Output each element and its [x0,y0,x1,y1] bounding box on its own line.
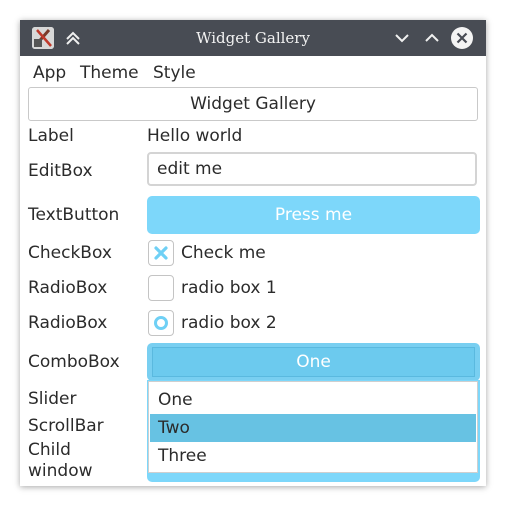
combo-dropdown-list: One Two Three [148,381,478,473]
radio-box-2[interactable] [148,310,174,336]
textbutton-row-label: TextButton [28,205,120,225]
radiobox2-row-label: RadioBox [28,313,108,333]
checkbox-option-label[interactable]: Check me [181,242,266,264]
menu-theme[interactable]: Theme [80,60,139,86]
checkbox-row-label: CheckBox [28,243,112,263]
combo-box[interactable]: One [147,343,480,381]
edit-box[interactable]: edit me [147,152,477,186]
check-me-checkbox[interactable] [148,240,174,266]
label-value: Hello world [147,126,243,146]
menu-bar: App Theme Style [20,60,486,86]
window-title: Widget Gallery [196,29,310,47]
shade-icon[interactable] [62,27,84,49]
maximize-icon[interactable] [421,27,443,49]
menu-app[interactable]: App [33,60,66,86]
combo-option-one[interactable]: One [150,386,476,414]
combobox-row-label: ComboBox [28,352,120,372]
check-icon [154,246,168,260]
radio-box-1[interactable] [148,275,174,301]
widget-gallery-window: Widget Gallery App Theme Style Widget Ga… [20,20,486,486]
title-bar[interactable]: Widget Gallery [20,20,486,56]
combo-box-value[interactable]: One [152,347,475,377]
radio-dot-icon [154,316,168,330]
menu-style[interactable]: Style [153,60,196,86]
close-icon[interactable] [450,26,474,50]
radio-box-1-label[interactable]: radio box 1 [181,277,277,299]
app-icon[interactable] [32,27,54,49]
combo-option-three[interactable]: Three [150,442,476,470]
radiobox1-row-label: RadioBox [28,278,108,298]
combo-option-two[interactable]: Two [150,414,476,442]
scrollbar-row-label: ScrollBar [28,416,104,436]
radio-box-2-label[interactable]: radio box 2 [181,312,277,334]
press-me-button[interactable]: Press me [147,196,480,234]
child-window-label-line2: window [28,461,93,481]
slider-row-label: Slider [28,389,77,409]
widget-gallery-button[interactable]: Widget Gallery [28,87,478,121]
editbox-row-label: EditBox [28,161,93,181]
minimize-icon[interactable] [391,27,413,49]
label-row-label: Label [28,126,74,146]
child-window-label-line1: Child [28,440,71,460]
